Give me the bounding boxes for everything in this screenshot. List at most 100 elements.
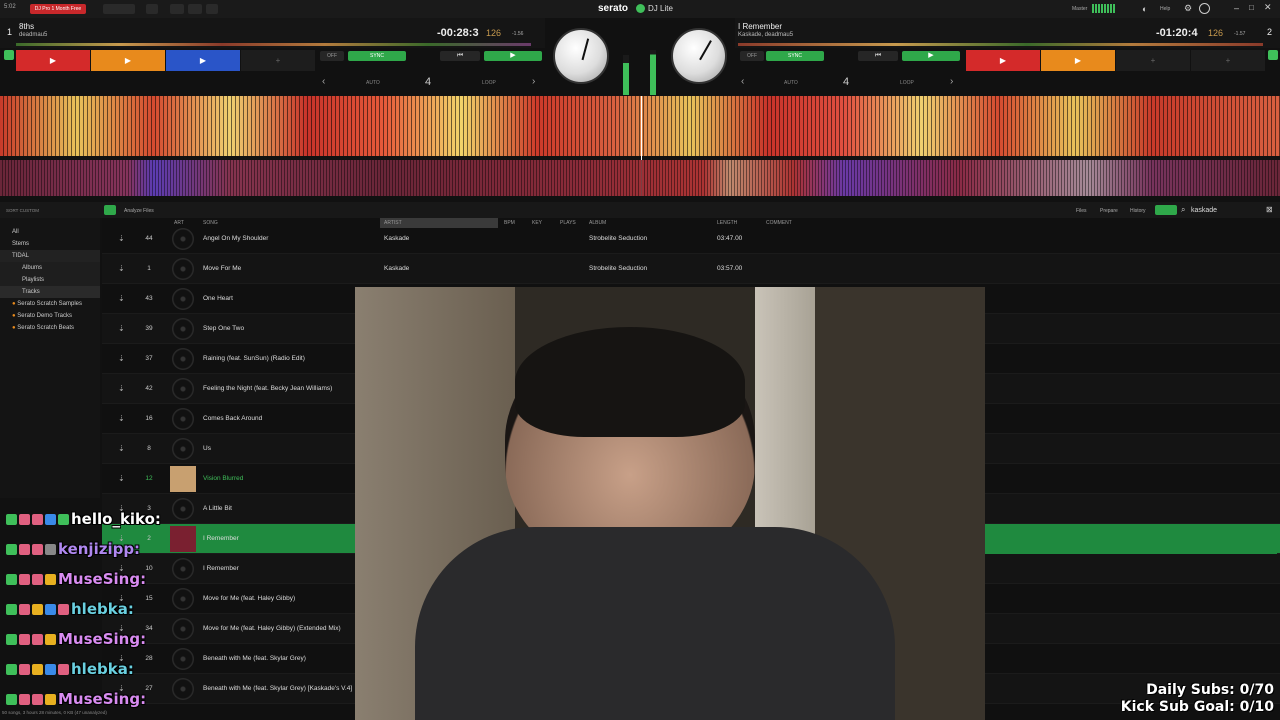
fx-button[interactable]: [188, 4, 202, 14]
loop-size[interactable]: 4: [425, 76, 431, 88]
profile-icon[interactable]: [1199, 3, 1210, 14]
chat-badge-icon: [45, 574, 56, 585]
sidebar-item-albums[interactable]: Albums: [0, 262, 100, 274]
loop-size[interactable]: 4: [843, 76, 849, 88]
sidebar-item-scratch-samples[interactable]: ● Serato Scratch Samples: [0, 298, 100, 310]
sidebar-item-tracks[interactable]: Tracks: [0, 286, 100, 298]
cue-button[interactable]: ⏮: [440, 51, 480, 61]
search-input[interactable]: kaskade: [1191, 207, 1217, 214]
load-track-icon[interactable]: ⇣: [118, 235, 126, 243]
chat-badge-icon: [45, 604, 56, 615]
help-menu[interactable]: Help: [1160, 6, 1170, 12]
play-button[interactable]: ▶: [484, 51, 542, 61]
record-button[interactable]: [103, 4, 135, 14]
history-tab[interactable]: History: [1130, 208, 1146, 214]
sync-button[interactable]: SYNC: [766, 51, 824, 61]
hotcue-1[interactable]: ▶: [966, 50, 1040, 71]
play-button[interactable]: ▶: [902, 51, 960, 61]
chat-badge-icon: [32, 514, 43, 525]
deck-left-load-icon[interactable]: [4, 50, 14, 60]
library-sidebar: All Stems TIDAL Albums Playlists Tracks …: [0, 218, 100, 498]
load-track-icon[interactable]: ⇣: [118, 475, 126, 483]
chat-badge-icon: [6, 604, 17, 615]
load-track-icon[interactable]: ⇣: [118, 295, 126, 303]
chat-username: MuseSing:: [58, 690, 147, 708]
track-overview-strip[interactable]: [738, 43, 1263, 46]
load-track-icon[interactable]: ⇣: [118, 265, 126, 273]
load-track-icon[interactable]: ⇣: [118, 445, 126, 453]
track-row[interactable]: ⇣ 1 Move For Me Kaskade Strobelite Seduction…: [102, 254, 1280, 284]
sidebar-item-scratch-beats[interactable]: ● Serato Scratch Beats: [0, 322, 100, 334]
chat-badge-icon: [19, 664, 30, 675]
sidebar-item-all[interactable]: All: [0, 226, 100, 238]
auto-loop-label[interactable]: AUTO: [366, 80, 380, 86]
hotcue-1[interactable]: ▶: [16, 50, 90, 71]
sync-off-button[interactable]: OFF: [320, 51, 344, 61]
track-length: 03:57.00: [717, 265, 743, 272]
settings-icon[interactable]: ⚙: [1184, 3, 1192, 14]
person-hair: [515, 327, 745, 437]
loop-next-icon[interactable]: ›: [532, 76, 535, 87]
sync-off-button[interactable]: OFF: [740, 51, 764, 61]
hotcue-2[interactable]: ▶: [1041, 50, 1115, 71]
hotcue-4[interactable]: +: [241, 50, 315, 71]
grid-icon[interactable]: [206, 4, 218, 14]
loop-prev-icon[interactable]: ‹: [322, 76, 325, 87]
promo-button[interactable]: DJ Pro 1 Month Free: [30, 4, 86, 14]
vinyl-icon: [172, 348, 194, 370]
deck-number: 2: [1267, 27, 1273, 37]
deck-artist: deadmau5: [19, 32, 48, 38]
files-tab[interactable]: Files: [1076, 208, 1087, 214]
track-album: Strobelite Seduction: [589, 235, 648, 242]
deck-pitch: -1.56: [512, 31, 524, 37]
deck-number: 1: [7, 27, 13, 37]
sync-button[interactable]: SYNC: [348, 51, 406, 61]
chat-badge-icon: [19, 694, 30, 705]
minimize-icon[interactable]: –: [1234, 3, 1239, 13]
sidebar-item-demo-tracks[interactable]: ● Serato Demo Tracks: [0, 310, 100, 322]
chat-badge-icon: [45, 634, 56, 645]
chat-badge-icon: [19, 514, 30, 525]
load-track-icon[interactable]: ⇣: [118, 385, 126, 393]
prepare-tab[interactable]: Prepare: [1100, 208, 1118, 214]
track-overview-strip[interactable]: [16, 43, 531, 46]
chat-badge-icon: [32, 694, 43, 705]
deck-right-load-icon[interactable]: [1268, 50, 1278, 60]
sidebar-item-tidal[interactable]: TIDAL: [0, 250, 100, 262]
hotcue-3[interactable]: ▶: [166, 50, 240, 71]
track-row[interactable]: ⇣ 44 Angel On My Shoulder Kaskade Strobelite…: [102, 224, 1280, 254]
sync-icon[interactable]: ◐: [1142, 4, 1147, 14]
analyze-files-button[interactable]: Analyze Files: [124, 208, 154, 214]
loop-next-icon[interactable]: ›: [950, 76, 953, 87]
list-view-icon[interactable]: [104, 205, 116, 215]
chat-message: hlebka:: [6, 594, 134, 624]
person-shirt: [415, 527, 895, 720]
deck-left-platter[interactable]: [553, 28, 609, 84]
rec-icon[interactable]: [146, 4, 158, 14]
search-filter-button[interactable]: [1155, 205, 1177, 215]
track-number: 44: [145, 235, 153, 242]
overview-waveform[interactable]: [0, 160, 1280, 196]
load-track-icon[interactable]: ⇣: [118, 355, 126, 363]
hotcue-2[interactable]: ▶: [91, 50, 165, 71]
cue-button[interactable]: ⏮: [858, 51, 898, 61]
maximize-icon[interactable]: □: [1249, 3, 1254, 12]
clear-search-icon[interactable]: ⊠: [1266, 205, 1273, 214]
load-track-icon[interactable]: ⇣: [118, 325, 126, 333]
auto-loop-label[interactable]: AUTO: [784, 80, 798, 86]
track-title: One Heart: [203, 295, 233, 302]
loop-label[interactable]: LOOP: [482, 80, 496, 86]
mic-button[interactable]: [170, 4, 184, 14]
track-number: 37: [145, 355, 153, 362]
hotcue-4[interactable]: +: [1191, 50, 1265, 71]
load-track-icon[interactable]: ⇣: [118, 415, 126, 423]
sidebar-item-stems[interactable]: Stems: [0, 238, 100, 250]
close-icon[interactable]: ✕: [1264, 2, 1272, 13]
vinyl-icon: [172, 378, 194, 400]
hotcue-3[interactable]: +: [1116, 50, 1190, 71]
sidebar-item-playlists[interactable]: Playlists: [0, 274, 100, 286]
deck-right-platter[interactable]: [671, 28, 727, 84]
loop-label[interactable]: LOOP: [900, 80, 914, 86]
loop-prev-icon[interactable]: ‹: [741, 76, 744, 87]
main-waveform[interactable]: [0, 96, 1280, 156]
